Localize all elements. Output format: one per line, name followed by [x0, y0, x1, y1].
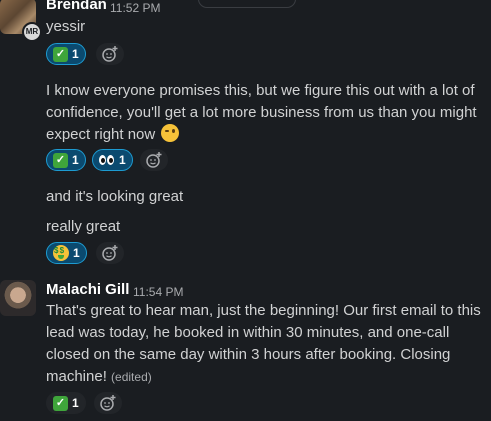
reaction-count: 1 — [72, 153, 79, 167]
message-text: yessir — [46, 18, 86, 35]
check-mark-icon: ✓ — [53, 395, 68, 411]
author-name-brendan[interactable]: Brendan — [46, 0, 107, 13]
money-mouth-face-icon — [53, 245, 69, 261]
add-reaction-icon — [102, 245, 118, 261]
top-pill — [198, 0, 296, 8]
message-text: and it's looking great — [46, 188, 184, 205]
message-timestamp[interactable]: 11:52 PM — [110, 1, 160, 15]
reaction-count: 1 — [119, 153, 126, 167]
author-name-malachi[interactable]: Malachi Gill — [46, 281, 129, 298]
add-reaction-button[interactable] — [94, 392, 122, 414]
wink-icon — [161, 124, 180, 142]
eyes-icon — [99, 155, 115, 165]
reaction-check[interactable]: ✓ 1 — [46, 392, 86, 414]
edited-label: (edited) — [111, 370, 152, 384]
check-mark-icon: ✓ — [53, 46, 68, 62]
message-text: That's great to hear man, just the begin… — [46, 302, 481, 385]
reaction-check[interactable]: ✓ 1 — [46, 43, 86, 65]
reaction-count: 1 — [73, 246, 80, 260]
message-text: really great — [46, 218, 121, 235]
reaction-check[interactable]: ✓ 1 — [46, 149, 86, 171]
add-reaction-icon — [146, 152, 162, 168]
reaction-eyes[interactable]: 1 — [92, 149, 133, 171]
add-reaction-icon — [100, 395, 116, 411]
add-reaction-button[interactable] — [96, 242, 124, 264]
reaction-money-mouth[interactable]: 1 — [46, 242, 87, 264]
message-timestamp[interactable]: 11:54 PM — [133, 285, 183, 299]
avatar-malachi[interactable] — [0, 280, 36, 316]
reaction-count: 1 — [72, 47, 79, 61]
add-reaction-icon — [102, 46, 118, 62]
message-text: I know everyone promises this, but we fi… — [46, 82, 477, 143]
add-reaction-button[interactable] — [140, 149, 168, 171]
reaction-count: 1 — [72, 396, 79, 410]
check-mark-icon: ✓ — [53, 152, 68, 168]
add-reaction-button[interactable] — [96, 43, 124, 65]
avatar-badge: MR — [22, 22, 42, 42]
